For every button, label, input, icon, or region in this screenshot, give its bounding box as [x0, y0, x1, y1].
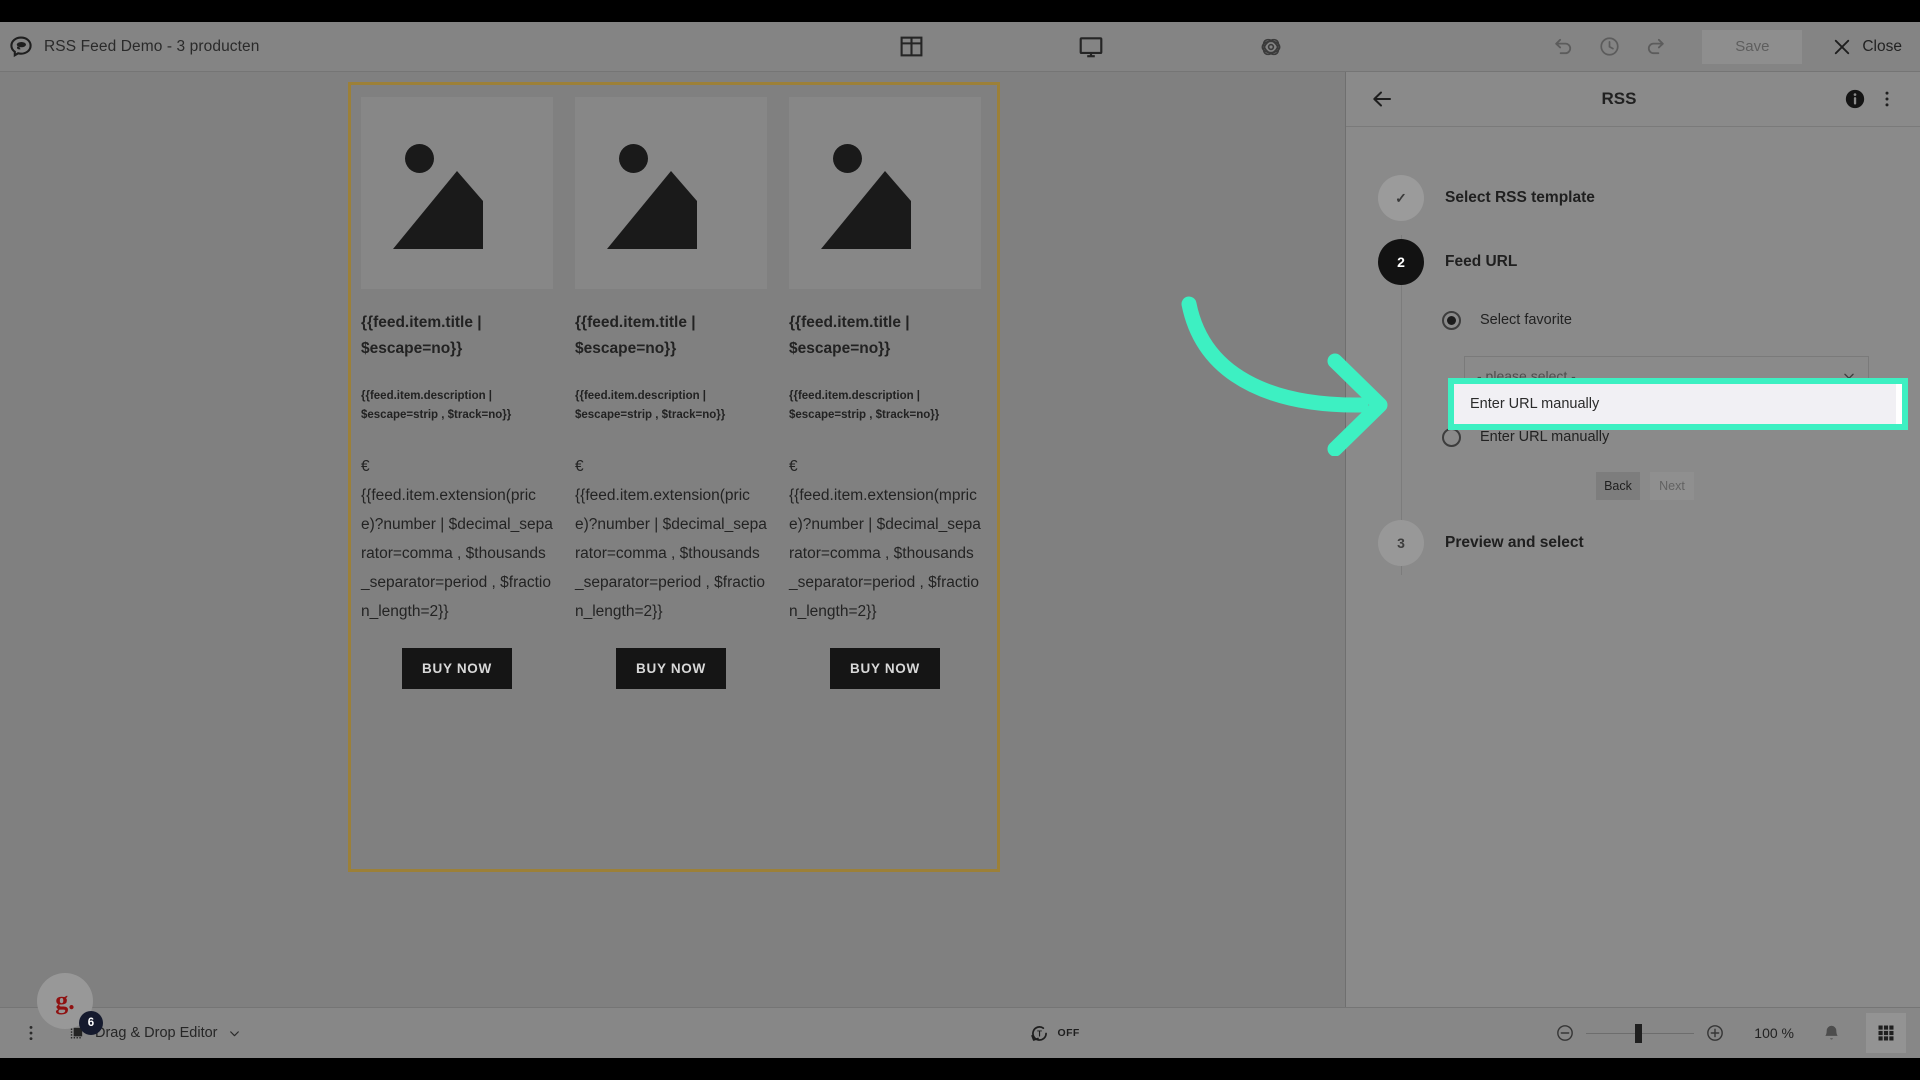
- highlight-target-label: Enter URL manually: [1470, 396, 1600, 412]
- image-placeholder-icon: [575, 97, 767, 289]
- product-description: {{feed.item.description | $escape=strip …: [575, 390, 726, 421]
- step-bullet-number: 2: [1378, 239, 1424, 285]
- history-clock-icon[interactable]: [1588, 26, 1630, 68]
- product-price: € {{feed.item.extension(price)?number | …: [361, 452, 553, 626]
- buy-now-button[interactable]: BUY NOW: [830, 648, 940, 689]
- currency-symbol: €: [789, 458, 798, 475]
- wizard-step-feed-url[interactable]: 2 Feed URL: [1346, 239, 1920, 285]
- wizard-step-label: Select RSS template: [1445, 189, 1595, 206]
- product-description: {{feed.item.description | $escape=strip …: [789, 390, 940, 421]
- user-avatar-area: g. 6: [37, 973, 103, 1035]
- wizard-step-label: Preview and select: [1445, 534, 1584, 551]
- desktop-preview-icon[interactable]: [1071, 27, 1111, 67]
- layout-grid-icon[interactable]: [891, 27, 931, 67]
- product-card-row: {{feed.item.title | $escape=no}} {{feed.…: [351, 85, 997, 689]
- save-button-label: Save: [1735, 38, 1770, 55]
- top-toolbar-center: [640, 27, 1542, 67]
- letterbox-bottom: [0, 1058, 1920, 1080]
- buy-now-button[interactable]: BUY NOW: [616, 648, 726, 689]
- step-bullet-number: 3: [1378, 520, 1424, 566]
- text-refresh-icon: T: [1030, 1025, 1047, 1041]
- product-price: € {{feed.item.extension(price)?number | …: [575, 452, 767, 626]
- product-price: € {{feed.item.extension(mprice)?number |…: [789, 452, 981, 626]
- wizard-button-row: Back Next: [1596, 472, 1920, 500]
- product-title: {{feed.item.title | $escape=no}}: [575, 314, 696, 357]
- rss-side-panel: RSS ✓ Select RSS template 2 Feed URL Sel…: [1345, 72, 1920, 1007]
- avatar-initial: g.: [55, 986, 75, 1015]
- close-icon: [1835, 39, 1850, 54]
- rss-wizard-stepper: ✓ Select RSS template 2 Feed URL Select …: [1346, 127, 1920, 575]
- zoom-slider[interactable]: [1586, 1023, 1695, 1043]
- next-button[interactable]: Next: [1650, 472, 1694, 500]
- zoom-level-label: 100 %: [1754, 1025, 1794, 1041]
- zoom-out-icon[interactable]: [1548, 1016, 1582, 1050]
- svg-text:T: T: [1037, 1029, 1042, 1038]
- chevron-down-icon: [229, 1030, 239, 1036]
- close-button-label: Close: [1862, 37, 1902, 55]
- top-toolbar-left: RSS Feed Demo - 3 producten: [0, 34, 640, 60]
- tracking-state-label: OFF: [1057, 1027, 1080, 1039]
- apps-grid-icon[interactable]: [1866, 1013, 1906, 1053]
- email-content-block[interactable]: {{feed.item.title | $escape=no}} {{feed.…: [348, 82, 1000, 872]
- radio-button-favorite[interactable]: [1442, 310, 1461, 330]
- rss-panel-header: RSS: [1346, 72, 1920, 127]
- mail-logo-icon: [8, 34, 34, 60]
- product-card[interactable]: {{feed.item.title | $escape=no}} {{feed.…: [789, 97, 981, 689]
- settings-atom-icon[interactable]: [1251, 27, 1291, 67]
- currency-symbol: €: [361, 458, 370, 475]
- product-card[interactable]: {{feed.item.title | $escape=no}} {{feed.…: [575, 97, 767, 689]
- price-expression: {{feed.item.extension(price)?number | $d…: [575, 487, 767, 620]
- kebab-menu-icon[interactable]: [1872, 82, 1902, 116]
- bell-icon[interactable]: [1812, 1014, 1850, 1052]
- price-expression: {{feed.item.extension(mprice)?number | $…: [789, 487, 981, 620]
- product-description: {{feed.item.description | $escape=strip …: [361, 390, 512, 421]
- radio-option-select-favorite[interactable]: Select favorite: [1442, 307, 1920, 333]
- undo-icon[interactable]: [1542, 26, 1584, 68]
- top-toolbar: RSS Feed Demo - 3 producten Save Close: [0, 22, 1920, 72]
- editor-mode-label: Drag & Drop Editor: [95, 1025, 218, 1041]
- zoom-in-icon[interactable]: [1698, 1016, 1732, 1050]
- close-button[interactable]: Close: [1832, 37, 1902, 57]
- email-canvas: {{feed.item.title | $escape=no}} {{feed.…: [0, 72, 1345, 1007]
- wizard-step-select-template[interactable]: ✓ Select RSS template: [1346, 175, 1920, 221]
- radio-label-favorite: Select favorite: [1480, 312, 1572, 328]
- wizard-step-preview-select[interactable]: 3 Preview and select: [1346, 520, 1920, 566]
- arrow-left-icon[interactable]: [1364, 81, 1400, 117]
- wizard-step-label: Feed URL: [1445, 253, 1518, 270]
- letterbox-top: [0, 0, 1920, 22]
- product-title: {{feed.item.title | $escape=no}}: [789, 314, 910, 357]
- buy-now-button[interactable]: BUY NOW: [402, 648, 512, 689]
- page-title: RSS Feed Demo - 3 producten: [44, 37, 260, 55]
- redo-icon[interactable]: [1634, 26, 1676, 68]
- currency-symbol: €: [575, 458, 584, 475]
- image-placeholder-icon: [789, 97, 981, 289]
- radio-button-manual[interactable]: [1442, 427, 1461, 447]
- radio-label-manual: Enter URL manually: [1480, 429, 1610, 445]
- highlighted-target-enter-url-manually[interactable]: Enter URL manually: [1448, 378, 1908, 430]
- top-toolbar-right: Save Close: [1542, 26, 1920, 68]
- save-button[interactable]: Save: [1702, 29, 1803, 64]
- product-title: {{feed.item.title | $escape=no}}: [361, 314, 482, 357]
- product-card[interactable]: {{feed.item.title | $escape=no}} {{feed.…: [361, 97, 553, 689]
- zoom-slider-thumb[interactable]: [1635, 1023, 1643, 1043]
- rss-panel-title: RSS: [1601, 89, 1637, 108]
- image-placeholder-icon: [361, 97, 553, 289]
- back-button[interactable]: Back: [1596, 472, 1640, 500]
- bottom-toolbar: Drag & Drop Editor T OFF 100 %: [0, 1007, 1920, 1058]
- price-expression: {{feed.item.extension(price)?number | $d…: [361, 487, 553, 620]
- bottom-toolbar-right: 100 %: [1548, 1013, 1920, 1053]
- notification-badge[interactable]: 6: [79, 1011, 103, 1035]
- info-icon[interactable]: [1838, 82, 1872, 116]
- tracking-toggle[interactable]: T OFF: [560, 1023, 1548, 1044]
- step-bullet-check-icon: ✓: [1378, 175, 1424, 221]
